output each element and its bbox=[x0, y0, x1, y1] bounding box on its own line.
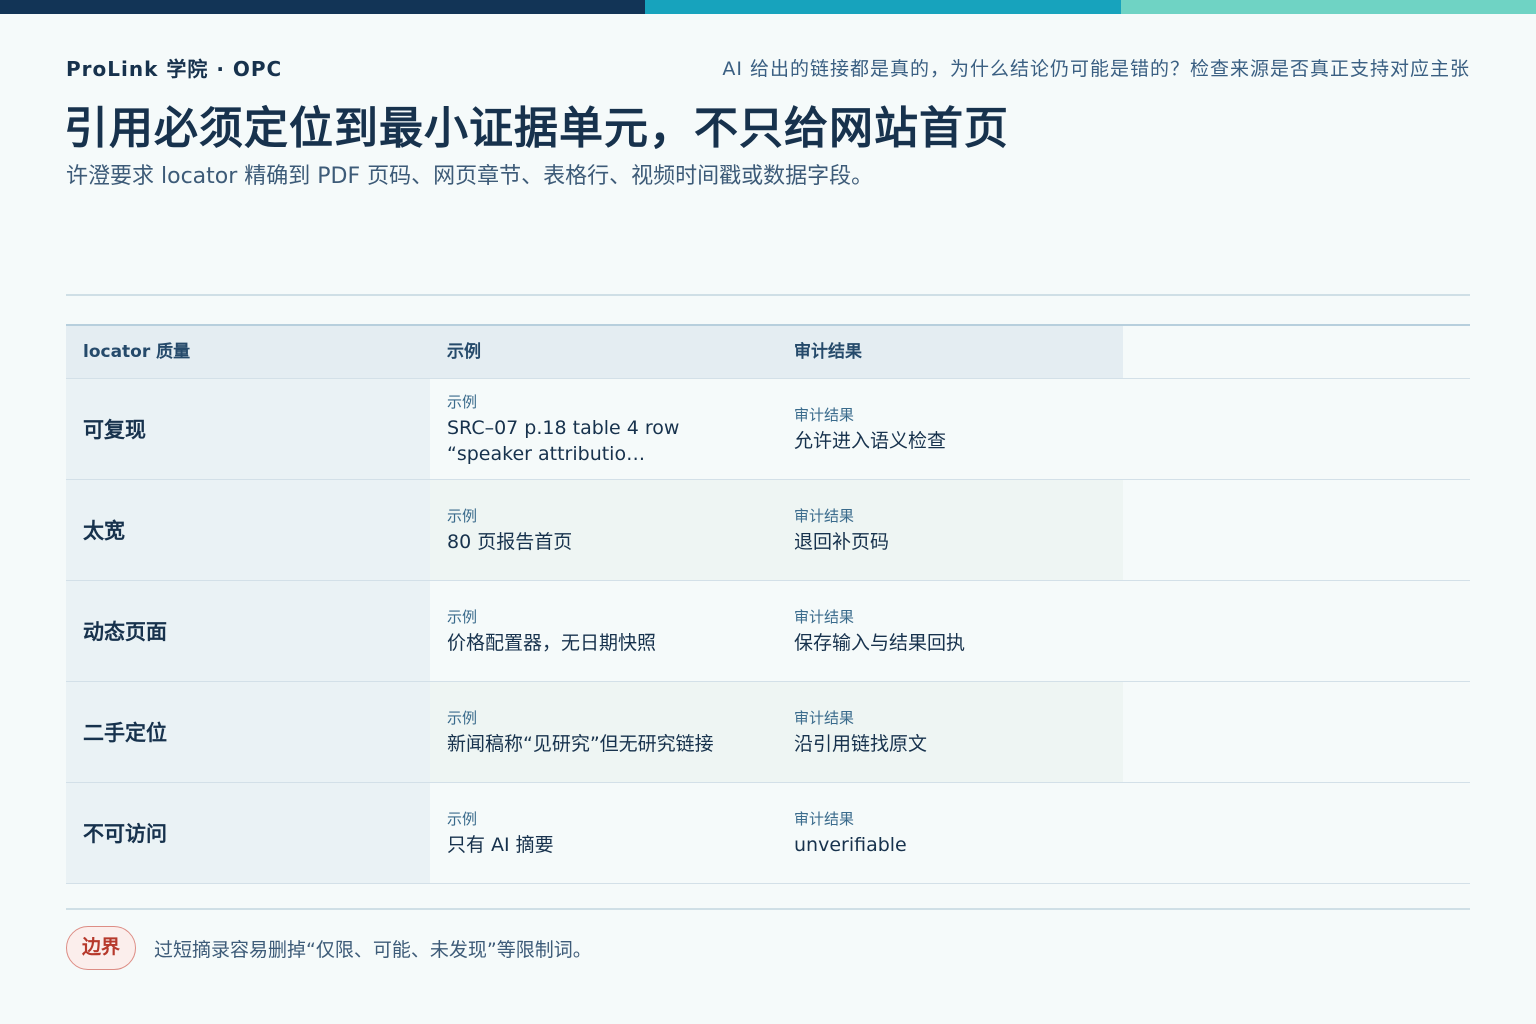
column-header-example: 示例 bbox=[430, 326, 777, 378]
result-label: 审计结果 bbox=[794, 507, 855, 525]
example-label: 示例 bbox=[447, 709, 478, 727]
tagline: AI 给出的链接都是真的，为什么结论仍可能是错的？检查来源是否真正支持对应主张 bbox=[722, 58, 1470, 80]
result-label: 审计结果 bbox=[794, 406, 855, 424]
row-example-cell: 示例 80 页报告首页 bbox=[430, 480, 777, 580]
result-value: 保存输入与结果回执 bbox=[794, 632, 966, 654]
row-result-cell: 审计结果 沿引用链找原文 bbox=[777, 682, 1123, 782]
page-title: 引用必须定位到最小证据单元，不只给网站首页 bbox=[64, 103, 1009, 154]
row-spacer bbox=[1123, 783, 1470, 883]
divider-top bbox=[66, 294, 1470, 296]
table-row: 二手定位 示例 新闻稿称“见研究”但无研究链接 审计结果 沿引用链找原文 bbox=[66, 682, 1470, 783]
example-label: 示例 bbox=[447, 608, 478, 626]
example-label: 示例 bbox=[447, 810, 478, 828]
accent-segment-navy bbox=[0, 0, 645, 14]
row-example-cell: 示例 新闻稿称“见研究”但无研究链接 bbox=[430, 682, 777, 782]
row-quality: 动态页面 bbox=[66, 581, 430, 681]
page-subtitle: 许澄要求 locator 精确到 PDF 页码、网页章节、表格行、视频时间戳或数… bbox=[66, 164, 874, 189]
row-result-cell: 审计结果 保存输入与结果回执 bbox=[777, 581, 1123, 681]
example-value: SRC–07 p.18 table 4 row “speaker attribu… bbox=[447, 417, 680, 465]
result-label: 审计结果 bbox=[794, 810, 855, 828]
table-row: 不可访问 示例 只有 AI 摘要 审计结果 unverifiable bbox=[66, 783, 1470, 884]
result-value: 允许进入语义检查 bbox=[794, 430, 947, 452]
boundary-note: 过短摘录容易删掉“仅限、可能、未发现”等限制词。 bbox=[154, 939, 592, 961]
example-label: 示例 bbox=[447, 393, 478, 411]
row-quality: 可复现 bbox=[66, 379, 430, 479]
example-label: 示例 bbox=[447, 507, 478, 525]
example-value: 80 页报告首页 bbox=[447, 531, 573, 553]
result-value: 退回补页码 bbox=[794, 531, 890, 553]
row-result-cell: 审计结果 允许进入语义检查 bbox=[777, 379, 1123, 479]
row-spacer bbox=[1123, 480, 1470, 580]
row-spacer bbox=[1123, 379, 1470, 479]
accent-segment-teal bbox=[645, 0, 1121, 14]
table-row: 可复现 示例 SRC–07 p.18 table 4 row “speaker … bbox=[66, 379, 1470, 480]
result-value: 沿引用链找原文 bbox=[794, 733, 928, 755]
table-row: 太宽 示例 80 页报告首页 审计结果 退回补页码 bbox=[66, 480, 1470, 581]
row-result-cell: 审计结果 退回补页码 bbox=[777, 480, 1123, 580]
table-row: 动态页面 示例 价格配置器，无日期快照 审计结果 保存输入与结果回执 bbox=[66, 581, 1470, 682]
example-value: 只有 AI 摘要 bbox=[447, 834, 554, 856]
result-label: 审计结果 bbox=[794, 709, 855, 727]
row-quality: 二手定位 bbox=[66, 682, 430, 782]
example-value: 新闻稿称“见研究”但无研究链接 bbox=[447, 733, 714, 755]
table-header: locator 质量 示例 审计结果 bbox=[66, 326, 1470, 379]
boundary-badge: 边界 bbox=[66, 926, 136, 970]
top-accent-bar bbox=[0, 0, 1536, 14]
brand-label: ProLink 学院 · OPC bbox=[66, 57, 283, 81]
row-example-cell: 示例 只有 AI 摘要 bbox=[430, 783, 777, 883]
row-spacer bbox=[1123, 682, 1470, 782]
row-quality: 不可访问 bbox=[66, 783, 430, 883]
row-example-cell: 示例 价格配置器，无日期快照 bbox=[430, 581, 777, 681]
header-spacer bbox=[1123, 326, 1470, 378]
locator-quality-table: locator 质量 示例 审计结果 可复现 示例 SRC–07 p.18 ta… bbox=[66, 324, 1470, 884]
row-spacer bbox=[1123, 581, 1470, 681]
result-value: unverifiable bbox=[794, 834, 907, 856]
row-result-cell: 审计结果 unverifiable bbox=[777, 783, 1123, 883]
row-example-cell: 示例 SRC–07 p.18 table 4 row “speaker attr… bbox=[430, 379, 777, 479]
column-header-result: 审计结果 bbox=[777, 326, 1123, 378]
result-label: 审计结果 bbox=[794, 608, 855, 626]
divider-bottom bbox=[66, 908, 1470, 910]
row-quality: 太宽 bbox=[66, 480, 430, 580]
example-value: 价格配置器，无日期快照 bbox=[447, 632, 657, 654]
accent-segment-mint bbox=[1121, 0, 1536, 14]
column-header-quality: locator 质量 bbox=[66, 326, 430, 378]
